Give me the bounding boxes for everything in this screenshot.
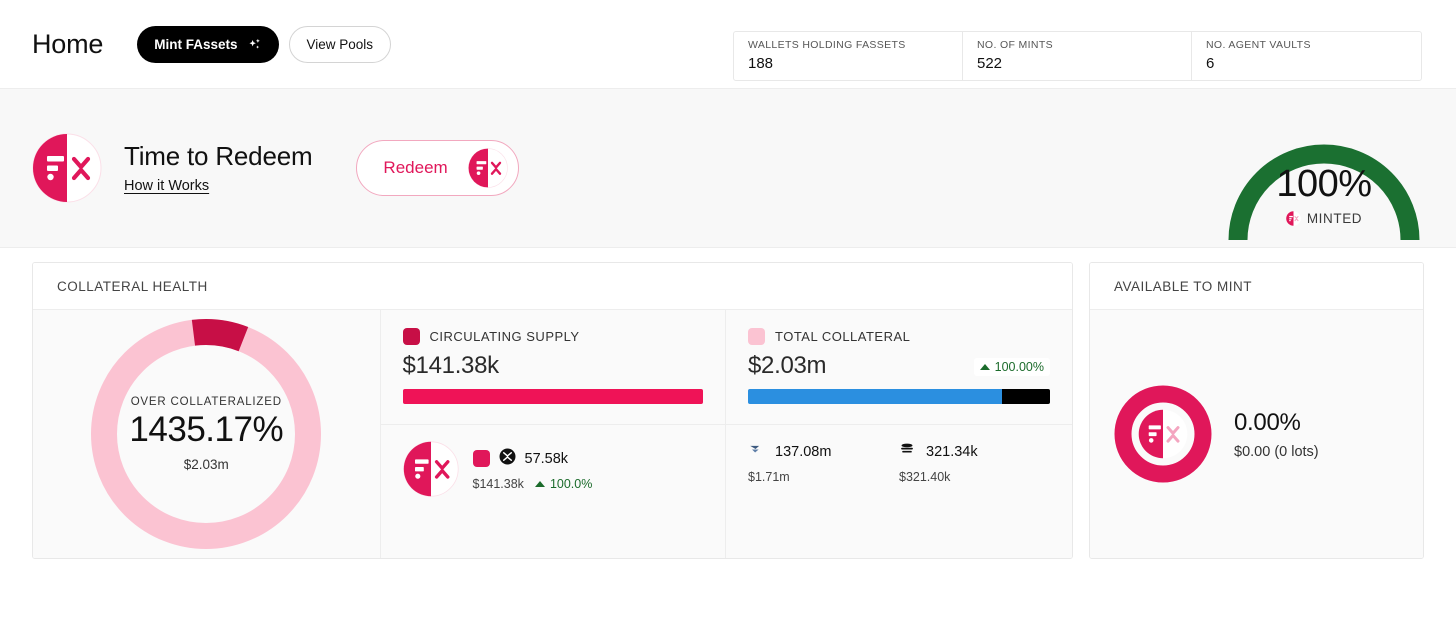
circulating-supply-value: $141.38k bbox=[402, 352, 500, 379]
stat-label: NO. AGENT VAULTS bbox=[1206, 38, 1311, 51]
gauge-value: 100% bbox=[1276, 163, 1372, 205]
collateral-donut-column: OVER COLLATERALIZED 1435.17% $2.03m bbox=[33, 310, 381, 558]
mint-fassets-label: Mint FAssets bbox=[154, 36, 238, 52]
redeem-banner: Time to Redeem How it Works Redeem 100% bbox=[0, 88, 1456, 248]
bar-segment bbox=[1001, 389, 1050, 404]
legend-label: TOTAL COLLATERAL bbox=[775, 329, 911, 344]
sparkle-icon bbox=[247, 37, 262, 52]
token-swatch-icon bbox=[472, 450, 490, 467]
available-to-mint-body: 0.00% $0.00 (0 lots) bbox=[1090, 310, 1423, 558]
stat-wallets-holding-fassets: WALLETS HOLDING FASSETS 188 bbox=[734, 32, 963, 80]
fxrp-logo-icon bbox=[1138, 409, 1188, 459]
asset-line: 321.34k bbox=[899, 441, 1050, 462]
triangle-up-icon bbox=[979, 364, 990, 370]
supply-token-row: 57.58k $141.38k 100.0% bbox=[402, 441, 593, 497]
supply-usd: $141.38k bbox=[472, 476, 524, 491]
total-collateral-value-row: $2.03m 100.00% bbox=[748, 354, 1050, 378]
legend-swatch-icon bbox=[402, 328, 420, 345]
available-to-mint-header: AVAILABLE TO MINT bbox=[1090, 263, 1423, 310]
total-collateral-legend: TOTAL COLLATERAL bbox=[748, 328, 1050, 345]
bar-segment bbox=[402, 389, 703, 404]
header-stats: WALLETS HOLDING FASSETS 188 NO. OF MINTS… bbox=[733, 31, 1422, 81]
collateral-asset-flare: 137.08m $1.71m bbox=[748, 441, 899, 485]
fxrp-logo-icon bbox=[467, 148, 508, 188]
donut-percent: 1435.17% bbox=[129, 410, 284, 450]
available-to-mint-row: 0.00% $0.00 (0 lots) bbox=[1114, 385, 1319, 483]
stat-label: WALLETS HOLDING FASSETS bbox=[748, 38, 906, 51]
fxrp-logo-icon bbox=[32, 133, 102, 203]
how-it-works-link[interactable]: How it Works bbox=[124, 178, 209, 194]
asset-line: 137.08m bbox=[748, 441, 899, 462]
total-collateral-column: TOTAL COLLATERAL $2.03m 100.00% 137.08m … bbox=[726, 310, 1072, 558]
circulating-supply-legend: CIRCULATING SUPPLY bbox=[402, 328, 704, 345]
redeem-button[interactable]: Redeem bbox=[356, 140, 519, 196]
available-to-mint-card: AVAILABLE TO MINT 0.00% $0.00 (0 lots) bbox=[1089, 262, 1424, 559]
fxrp-logo-icon bbox=[402, 441, 459, 497]
supply-token-info: 57.58k $141.38k 100.0% bbox=[472, 448, 593, 491]
asset-amount: 137.08m bbox=[775, 443, 832, 460]
stat-no-agent-vaults: NO. AGENT VAULTS 6 bbox=[1192, 32, 1421, 80]
total-collateral-delta: 100.00% bbox=[973, 358, 1050, 376]
collateral-donut-chart: OVER COLLATERALIZED 1435.17% $2.03m bbox=[82, 310, 330, 558]
asset-amount: 321.34k bbox=[926, 443, 978, 460]
circulating-supply-breakdown: 57.58k $141.38k 100.0% bbox=[381, 425, 726, 513]
gauge-sublabel: MINTED bbox=[1224, 211, 1424, 226]
stat-value: 188 bbox=[748, 54, 774, 72]
stat-value: 6 bbox=[1206, 54, 1215, 72]
view-pools-button[interactable]: View Pools bbox=[288, 25, 392, 63]
supply-token-line: 57.58k bbox=[472, 448, 593, 470]
banner-title: Time to Redeem bbox=[124, 140, 313, 171]
redeem-button-label: Redeem bbox=[383, 158, 448, 177]
donut-label: OVER COLLATERALIZED bbox=[130, 396, 282, 409]
supply-delta-value: 100.0% bbox=[549, 476, 593, 491]
supply-delta: 100.0% bbox=[534, 476, 593, 491]
stat-value: 522 bbox=[977, 54, 1003, 72]
supply-usd-line: $141.38k 100.0% bbox=[473, 477, 593, 491]
banner-text: Time to Redeem How it Works bbox=[124, 140, 313, 195]
collateral-health-card: COLLATERAL HEALTH OVER COLLATERALIZED 14… bbox=[32, 262, 1073, 559]
collateral-assets-breakdown: 137.08m $1.71m 321.34k $321.40k bbox=[726, 425, 1072, 500]
collateral-health-header: COLLATERAL HEALTH bbox=[33, 263, 1072, 310]
card-title: AVAILABLE TO MINT bbox=[1114, 278, 1253, 294]
fxrp-logo-icon bbox=[1286, 211, 1301, 226]
flare-icon bbox=[748, 441, 764, 462]
card-title: COLLATERAL HEALTH bbox=[57, 278, 208, 294]
usdx-stack-icon bbox=[899, 441, 915, 462]
collateral-assets-grid: 137.08m $1.71m 321.34k $321.40k bbox=[748, 441, 1050, 485]
circulating-supply-summary: CIRCULATING SUPPLY $141.38k bbox=[380, 310, 725, 425]
token-amount: 57.58k bbox=[524, 450, 569, 467]
header-button-group: Mint FAssets View Pools bbox=[137, 25, 392, 63]
legend-label: CIRCULATING SUPPLY bbox=[429, 329, 580, 344]
triangle-up-icon bbox=[534, 480, 545, 487]
total-collateral-bar bbox=[748, 389, 1050, 404]
available-to-mint-ring bbox=[1114, 385, 1212, 483]
cards-row: COLLATERAL HEALTH OVER COLLATERALIZED 14… bbox=[0, 248, 1456, 559]
stat-label: NO. OF MINTS bbox=[977, 38, 1053, 51]
page-title: Home bbox=[32, 28, 104, 59]
total-collateral-value: $2.03m bbox=[748, 352, 827, 379]
legend-swatch-icon bbox=[748, 328, 765, 345]
circulating-supply-column: CIRCULATING SUPPLY $141.38k 57.58k $141.… bbox=[380, 310, 726, 558]
circulating-supply-value-row: $141.38k bbox=[403, 354, 704, 378]
banner-left: Time to Redeem How it Works bbox=[32, 133, 313, 203]
stat-no-of-mints: NO. OF MINTS 522 bbox=[963, 32, 1192, 80]
available-to-mint-percent: 0.00% bbox=[1234, 408, 1301, 436]
xrp-icon bbox=[499, 448, 516, 470]
collateral-donut-center: OVER COLLATERALIZED 1435.17% $2.03m bbox=[82, 310, 330, 558]
asset-usd: $1.71m bbox=[748, 470, 790, 484]
asset-usd: $321.40k bbox=[899, 470, 951, 484]
minted-gauge: 100% MINTED bbox=[1224, 135, 1424, 247]
collateral-health-body: OVER COLLATERALIZED 1435.17% $2.03m CIRC… bbox=[33, 310, 1072, 558]
bar-segment bbox=[748, 389, 1002, 404]
available-to-mint-text: 0.00% $0.00 (0 lots) bbox=[1234, 409, 1319, 460]
total-collateral-delta-value: 100.00% bbox=[994, 360, 1044, 374]
circulating-supply-bar bbox=[402, 389, 703, 404]
top-header: Home Mint FAssets View Pools WALLETS HOL… bbox=[0, 0, 1456, 88]
available-to-mint-usd: $0.00 (0 lots) bbox=[1234, 443, 1319, 460]
mint-fassets-button[interactable]: Mint FAssets bbox=[137, 25, 279, 63]
collateral-asset-usdx: 321.34k $321.40k bbox=[899, 441, 1050, 485]
gauge-sublabel-text: MINTED bbox=[1306, 211, 1363, 226]
total-collateral-summary: TOTAL COLLATERAL $2.03m 100.00% bbox=[726, 310, 1072, 425]
donut-usd: $2.03m bbox=[183, 456, 229, 472]
